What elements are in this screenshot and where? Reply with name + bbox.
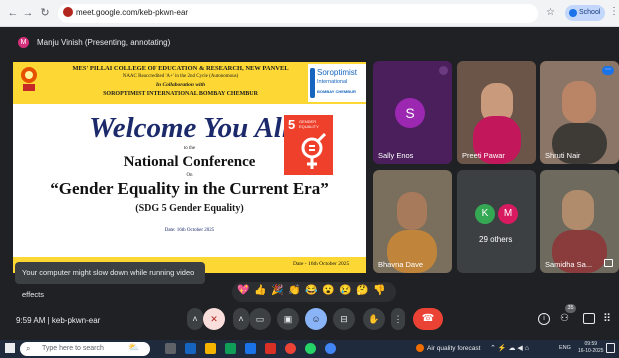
- notifications-icon[interactable]: [606, 343, 615, 353]
- mic-options-icon[interactable]: ˄: [187, 308, 203, 330]
- soroptimist-s-icon: [310, 68, 315, 98]
- reaction-thumbs-down-icon[interactable]: 👎: [373, 285, 385, 296]
- air-quality-text[interactable]: Air quality forecast: [427, 345, 480, 352]
- others-avatar: K: [475, 204, 495, 224]
- system-tray-icons[interactable]: ⌃ ⚡ ☁ ◀ ⌂: [490, 344, 529, 352]
- naac-line: NAAC Reaccredited 'A+' in the 2nd Cycle …: [122, 74, 239, 79]
- end-call-icon[interactable]: ☎: [413, 308, 443, 330]
- activities-icon[interactable]: ⠿: [603, 312, 611, 325]
- powerpoint-icon[interactable]: [265, 343, 276, 354]
- participant-name: Bhavna Dave: [378, 260, 424, 269]
- air-quality-icon: [416, 344, 424, 352]
- reaction-thinking-icon[interactable]: 🤔: [356, 285, 368, 296]
- chrome-icon[interactable]: [285, 343, 296, 354]
- conference-theme: “Gender Equality in the Current Era”: [50, 179, 329, 198]
- participant-count-badge: 35: [565, 304, 576, 313]
- taskbar-weather-icon[interactable]: ⛅: [128, 342, 139, 353]
- bookmark-star-icon[interactable]: ☆: [546, 7, 555, 18]
- college-name: MES' PILLAI COLLEGE OF EDUCATION & RESEA…: [72, 65, 289, 72]
- participant-video-face: [562, 190, 594, 230]
- mic-off-icon[interactable]: ✕: [203, 308, 225, 330]
- language-indicator[interactable]: ENG: [559, 345, 571, 351]
- participant-tile[interactable]: [373, 170, 452, 273]
- raise-hand-icon[interactable]: ✋: [363, 308, 385, 330]
- clock-time: 09:59: [584, 341, 598, 347]
- participant-tile[interactable]: [540, 61, 619, 164]
- task-view-icon[interactable]: [165, 343, 176, 354]
- others-avatar: M: [498, 204, 518, 224]
- url-text: meet.google.com/keb-pkwn-ear: [76, 8, 189, 17]
- more-options-icon[interactable]: ⋯: [602, 66, 614, 75]
- sdg-label-2: EQUALITY: [299, 124, 319, 129]
- presenter-avatar: M: [18, 37, 29, 48]
- file-explorer-icon[interactable]: [205, 343, 216, 354]
- reaction-party-icon[interactable]: 🎉: [271, 285, 283, 296]
- info-icon[interactable]: i: [538, 313, 550, 325]
- soroptimist-logo: Soroptimist International BOMBAY CHEMBUR: [308, 64, 366, 102]
- participant-tile[interactable]: [540, 170, 619, 273]
- date-footer: Date - 16th October 2025: [293, 261, 350, 267]
- reaction-sad-icon[interactable]: 😢: [339, 285, 351, 296]
- collab-line: In Collaboration with: [155, 82, 206, 88]
- camera-icon[interactable]: ▭: [249, 308, 271, 330]
- college-logo-icon: [21, 67, 37, 91]
- chrome-active-icon[interactable]: [325, 343, 336, 354]
- others-count: 29 others: [479, 235, 513, 244]
- soroptimist-logo-sub: International: [317, 79, 348, 85]
- site-favicon-icon: [63, 7, 73, 17]
- reaction-heart-icon[interactable]: 💖: [237, 285, 249, 296]
- forward-arrow-icon[interactable]: →: [21, 6, 35, 20]
- present-screen-icon[interactable]: ⊟: [333, 308, 355, 330]
- captions-icon[interactable]: ▣: [277, 308, 299, 330]
- participant-name: Preeti Pawar: [462, 151, 505, 160]
- participant-avatar: S: [395, 98, 425, 128]
- date-small: Date: 16th October 2025: [164, 228, 215, 233]
- gender-equality-icon: [301, 132, 327, 169]
- profile-avatar-icon: [569, 9, 577, 17]
- soroptimist-logo-title: Soroptimist: [317, 68, 358, 77]
- participant-video-face: [562, 81, 596, 123]
- others-tile[interactable]: [457, 170, 536, 273]
- sdg-number: 5: [288, 117, 296, 132]
- soroptimist-logo-city: BOMBAY CHEMBUR: [317, 89, 356, 94]
- chat-icon[interactable]: [583, 313, 595, 324]
- participant-name: Sally Enos: [378, 151, 414, 160]
- participant-name: Samidha Sa...: [545, 260, 593, 269]
- sdg-label: GENDER EQUALITY: [299, 119, 319, 129]
- camera-options-icon[interactable]: ˄: [233, 308, 249, 330]
- performance-toast: Your computer might slow down while runn…: [15, 262, 205, 299]
- people-icon[interactable]: ⚇: [560, 313, 574, 325]
- emoji-reactions-icon[interactable]: ☺: [305, 308, 327, 330]
- search-icon: ⌕: [26, 344, 31, 353]
- participant-tile[interactable]: [457, 61, 536, 164]
- presenter-status: Manju Vinish (Presenting, annotating): [37, 38, 171, 47]
- windows-start-icon[interactable]: [5, 343, 15, 353]
- participant-video-face: [397, 192, 427, 230]
- reaction-laugh-icon[interactable]: 😂: [305, 285, 317, 296]
- soroptimist-line: SOROPTIMIST INTERNATIONAL BOMBAY CHEMBUR: [103, 91, 258, 97]
- reaction-surprised-icon[interactable]: 😮: [322, 285, 334, 296]
- word-icon[interactable]: [245, 343, 256, 354]
- hand-status-icon: [439, 66, 448, 75]
- pin-icon[interactable]: [604, 259, 613, 267]
- shared-slide: MES' PILLAI COLLEGE OF EDUCATION & RESEA…: [13, 62, 366, 273]
- meeting-time-code: 9:59 AM | keb-pkwn-ear: [16, 316, 101, 325]
- clock-date: 16-10-2025: [578, 348, 604, 354]
- reaction-thumbs-up-icon[interactable]: 👍: [254, 285, 266, 296]
- participant-name: Shruti Nair: [545, 151, 581, 160]
- whatsapp-icon[interactable]: [305, 343, 316, 354]
- browser-menu-icon[interactable]: ⋮: [609, 6, 619, 17]
- reaction-clap-icon[interactable]: 👏: [288, 285, 300, 296]
- more-options-icon[interactable]: ⋮: [391, 308, 405, 330]
- back-arrow-icon[interactable]: ←: [6, 6, 20, 20]
- taskbar-clock[interactable]: 09:59 16-10-2025: [578, 341, 604, 355]
- sdg-subtitle: (SDG 5 Gender Equality): [135, 203, 244, 214]
- reload-icon[interactable]: ↻: [38, 6, 52, 20]
- edge-icon[interactable]: [185, 343, 196, 354]
- excel-icon[interactable]: [225, 343, 236, 354]
